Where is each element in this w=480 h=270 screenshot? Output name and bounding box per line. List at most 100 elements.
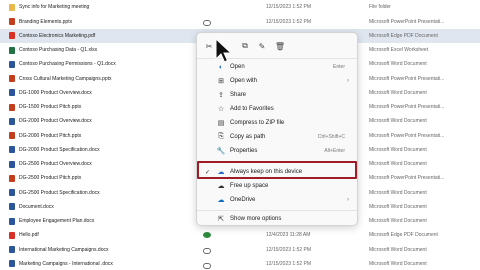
file-name: Contoso Purchasing Data - Q1.xlsx — [19, 47, 98, 53]
synced-check-icon — [203, 232, 211, 239]
word-icon — [9, 260, 15, 268]
pdf-icon — [9, 231, 15, 239]
menu-item-label: OneDrive — [230, 197, 256, 203]
file-date: 12/15/2023 1:52 PM — [266, 260, 312, 267]
cut-icon[interactable]: ✂ — [204, 41, 214, 51]
cloud-status-icon — [203, 248, 211, 255]
word-icon — [9, 117, 15, 125]
file-row[interactable]: Sync info for Marketing meeting 12/15/202… — [0, 0, 480, 15]
menu-item-free-up-space[interactable]: ☁ Free up space — [197, 179, 357, 193]
menu-item-shortcut: Ctrl+Shift+C — [317, 134, 345, 140]
word-icon — [9, 60, 15, 68]
properties-icon: 🔧 — [216, 148, 226, 155]
highlight-box — [197, 161, 357, 179]
menu-item-label: Open — [230, 64, 245, 70]
ppt-icon — [9, 174, 15, 182]
menu-item-copy-as-path[interactable]: ⎘ Copy as path Ctrl+Shift+C — [197, 130, 357, 144]
file-type: Microsoft PowerPoint Presentati... — [369, 75, 445, 82]
ppt-icon — [9, 132, 15, 139]
copy-icon[interactable]: ⧉ — [240, 41, 250, 51]
file-type: Microsoft PowerPoint Presentati... — [369, 132, 445, 139]
file-row[interactable]: Hello.pdf 12/4/2023 11:28 AM Microsoft Edg… — [0, 228, 480, 243]
folder-icon — [9, 3, 15, 11]
menu-item-onedrive[interactable]: ☁ OneDrive › — [197, 193, 357, 207]
cloud-icon: ☁ — [217, 183, 225, 190]
menu-item-label: Add to Favorites — [230, 106, 274, 112]
file-name: DG-1000 Product Overview.docx — [19, 89, 92, 96]
file-type: Microsoft Excel Worksheet — [369, 47, 429, 53]
word-icon — [9, 189, 15, 196]
rename-icon[interactable]: ✎ — [257, 41, 267, 51]
file-type: Microsoft Word Document — [369, 161, 427, 167]
file-date: 12/15/2023 1:52 PM — [266, 246, 312, 253]
menu-item-label: Properties — [230, 148, 258, 154]
onedrive-icon: ☁ — [217, 197, 225, 204]
word-icon — [9, 217, 15, 225]
file-type: File folder — [369, 4, 391, 11]
file-name: DG-2500 Product Specification.docx — [19, 189, 100, 196]
share-icon: ⇪ — [218, 92, 224, 99]
menu-item-label: Open with — [230, 78, 258, 84]
file-date: 12/15/2023 1:52 PM — [266, 4, 312, 11]
separator — [197, 210, 357, 211]
zip-icon: ▤ — [217, 120, 225, 127]
file-row[interactable]: Marketing Campaigns - International .doc… — [0, 257, 480, 270]
file-name: Contoso Electronics Marketing.pdf — [19, 32, 96, 39]
chevron-right-icon: › — [347, 78, 349, 84]
word-icon — [9, 246, 15, 253]
file-name: Branding Elements.pptx — [19, 18, 73, 25]
file-name: Marketing Campaigns - International .doc… — [19, 260, 113, 267]
file-name: DG-2000 Product Overview.docx — [19, 118, 92, 125]
star-icon: ☆ — [217, 106, 225, 113]
cloud-status-icon — [203, 262, 211, 269]
file-type: Microsoft Word Document — [369, 118, 427, 125]
file-name: DG-1500 Product Pitch.pptx — [19, 104, 82, 110]
file-name: Contoso Purchasing Permissions - Q1.docx — [19, 61, 116, 68]
file-row[interactable]: International Marketing Campaigns.docx 12… — [0, 242, 480, 257]
file-type: Microsoft Edge PDF Document — [369, 232, 438, 239]
menu-item-share[interactable]: ⇪ Share — [197, 88, 357, 102]
file-row[interactable]: Branding Elements.pptx 12/15/2023 1:52 PM… — [0, 14, 480, 29]
file-date: 12/15/2023 1:52 PM — [266, 18, 312, 25]
file-type: Microsoft PowerPoint Presentati... — [369, 175, 445, 182]
menu-item-shortcut: Enter — [333, 64, 345, 70]
file-type: Microsoft Word Document — [369, 189, 427, 196]
file-name: Document.docx — [19, 203, 54, 210]
word-icon — [9, 89, 15, 97]
copy-path-icon: ⎘ — [218, 133, 224, 140]
menu-item-compress-zip[interactable]: ▤ Compress to ZIP file — [197, 116, 357, 130]
xls-icon — [9, 46, 15, 54]
file-name: Cross Cultural Marketing Campaigns.pptx — [19, 75, 112, 82]
file-type: Microsoft Word Document — [369, 61, 427, 68]
menu-item-add-to-favorites[interactable]: ☆ Add to Favorites — [197, 102, 357, 116]
pdf-icon — [9, 32, 15, 40]
file-name: DG-2000 Product Specification.docx — [19, 146, 100, 153]
chevron-right-icon: › — [347, 197, 349, 203]
menu-item-show-more-options[interactable]: ⇱ Show more options — [197, 212, 357, 226]
delete-icon[interactable]: 🗑 — [275, 41, 285, 51]
word-icon — [9, 146, 15, 154]
file-name: DG-2500 Product Pitch.pptx — [19, 175, 82, 182]
file-name: DG-2000 Product Pitch.pptx — [19, 132, 82, 139]
menu-item-properties[interactable]: 🔧 Properties Alt+Enter — [197, 144, 357, 158]
open-with-icon: ⊞ — [218, 78, 224, 85]
menu-item-label: Share — [230, 92, 247, 98]
file-type: Microsoft PowerPoint Presentati... — [369, 104, 445, 110]
ppt-icon — [9, 18, 15, 25]
menu-item-label: Show more options — [230, 216, 282, 222]
menu-item-label: Compress to ZIP file — [230, 120, 285, 126]
ppt-icon — [9, 103, 15, 111]
file-type: Microsoft Word Document — [369, 89, 427, 96]
more-options-icon: ⇱ — [218, 216, 224, 223]
mouse-cursor-icon — [215, 38, 233, 63]
word-icon — [9, 160, 15, 168]
file-name: Hello.pdf — [19, 232, 39, 239]
menu-item-open-with[interactable]: ⊞ Open with › — [197, 74, 357, 88]
word-icon — [9, 203, 15, 211]
file-type: Microsoft Word Document — [369, 203, 427, 210]
file-name: DG-2500 Product Overview.docx — [19, 161, 92, 167]
file-date: 12/4/2023 11:28 AM — [266, 232, 311, 239]
file-name: International Marketing Campaigns.docx — [19, 246, 109, 253]
file-type: Microsoft PowerPoint Presentati... — [369, 18, 445, 25]
file-type: Microsoft Edge PDF Document — [369, 32, 438, 39]
